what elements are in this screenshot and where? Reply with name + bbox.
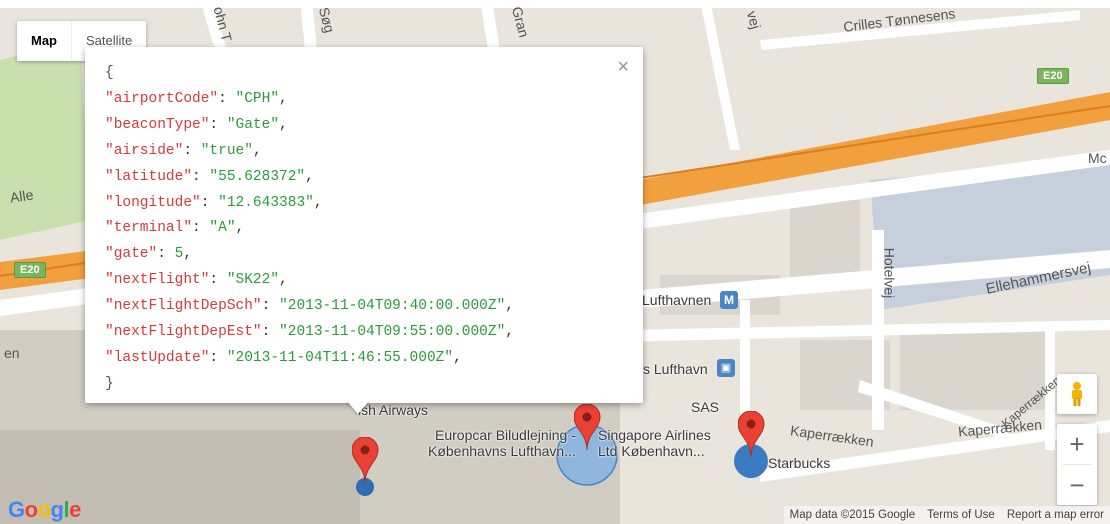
logo-letter: e [69,497,81,522]
poi-label[interactable]: Singapore Airlines Ltd København... [598,427,711,459]
street-view-pegman-button[interactable] [1057,374,1097,414]
train-icon: ▣ [717,359,735,377]
info-window: × { "airportCode": "CPH", "beaconType": … [85,47,643,403]
json-value: "A" [209,220,236,237]
json-value: "12.643383" [218,194,314,211]
json-comma: , [453,349,462,366]
json-value: "2013-11-04T09:40:00.000Z" [279,298,506,315]
terms-of-use-link[interactable]: Terms of Use [921,506,1001,524]
json-key: "nextFlightDepSch" [105,298,262,315]
json-key: "beaconType" [105,116,210,133]
json-key: "gate" [105,246,158,263]
json-key: "longitude" [105,194,201,211]
beacon-json: { "airportCode": "CPH", "beaconType": "G… [105,61,514,398]
json-value: "CPH" [235,90,280,107]
json-key: "nextFlightDepEst" [105,324,262,341]
json-open-brace: { [105,65,114,81]
json-line: "gate": 5, [105,246,193,263]
poi-label[interactable]: SAS [691,399,719,415]
json-line: "longitude": "12.643383", [105,194,323,211]
poi-label[interactable]: Starbucks [768,455,830,471]
building [790,200,860,280]
pegman-icon [1072,382,1082,406]
json-close-brace: } [105,375,114,392]
json-comma: , [279,116,288,133]
zoom-in-button[interactable]: + [1057,424,1097,464]
json-comma: , [505,298,514,315]
json-key: "airportCode" [105,90,219,107]
json-comma: , [279,90,288,107]
json-comma: , [183,246,193,263]
close-icon[interactable]: × [617,57,629,77]
json-comma: , [279,272,288,289]
json-key: "airside" [105,142,184,159]
json-line: "lastUpdate": "2013-11-04T11:46:55.000Z"… [105,349,462,366]
street-label: Alle [9,186,35,206]
street-label: en [4,345,20,361]
highway-shield: E20 [14,262,46,278]
poi-label[interactable]: Lufthavnen [642,292,711,308]
json-value: "2013-11-04T09:55:00.000Z" [279,324,506,341]
json-line: "nextFlightDepEst": "2013-11-04T09:55:00… [105,324,514,341]
json-comma: , [305,168,314,185]
json-line: "nextFlightDepSch": "2013-11-04T09:40:00… [105,298,514,315]
poi-label[interactable]: Europcar Biludlejning - Københavns Lufth… [428,427,576,459]
json-comma: , [235,220,245,237]
json-line: "beaconType": "Gate", [105,116,288,133]
map-type-map-button[interactable]: Map [17,21,71,61]
json-comma: , [313,194,323,211]
highway-shield: E20 [1037,68,1069,84]
json-value: "Gate" [226,116,280,133]
poi-label[interactable]: s Lufthavn [643,361,708,377]
info-window-tail [346,400,370,414]
json-value: "SK22" [226,272,280,289]
map-footer: Map data ©2015 Google Terms of Use Repor… [783,506,1110,524]
json-key: "lastUpdate" [105,349,210,366]
map-data-attribution: Map data ©2015 Google [783,506,922,524]
json-comma: , [252,142,262,159]
json-line: "nextFlight": "SK22", [105,272,288,289]
logo-letter: o [37,497,51,522]
map-marker-icon[interactable] [574,404,604,450]
json-value: "55.628372" [209,168,306,185]
json-key: "terminal" [105,220,193,237]
json-line: "terminal": "A", [105,220,245,237]
map-marker-icon[interactable] [352,437,382,483]
zoom-control: + − [1057,424,1097,505]
logo-letter: o [24,497,38,522]
json-key: "nextFlight" [105,272,210,289]
green-area [0,40,90,240]
logo-letter: g [50,497,64,522]
zoom-out-button[interactable]: − [1057,465,1097,505]
json-key: "latitude" [105,168,193,185]
street-label: Mc [1088,150,1107,166]
json-line: "airside": "true", [105,142,262,159]
logo-letter: G [8,497,25,522]
google-logo[interactable]: Google [8,497,81,523]
metro-icon: M [720,291,738,309]
report-map-error-link[interactable]: Report a map error [1000,506,1110,524]
json-value: "2013-11-04T11:46:55.000Z" [226,349,454,366]
json-line: "latitude": "55.628372", [105,168,314,185]
json-value: "true" [200,142,253,159]
map-marker-icon[interactable] [738,411,768,457]
json-line: "airportCode": "CPH", [105,90,288,107]
json-comma: , [505,324,514,341]
street-label: Hotelvej [881,247,898,299]
